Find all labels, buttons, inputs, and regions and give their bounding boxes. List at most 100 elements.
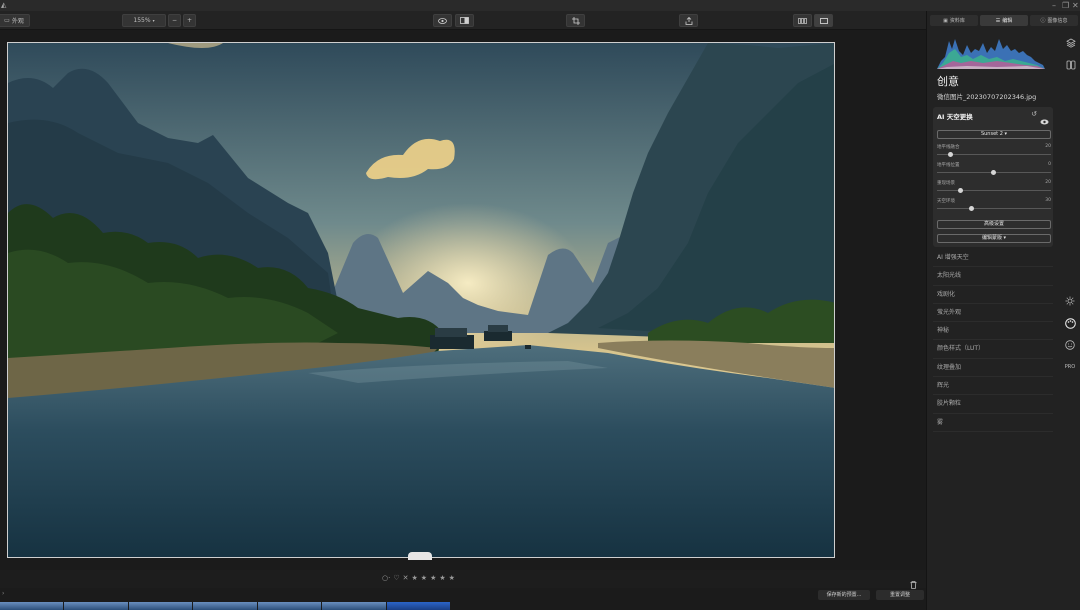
info-icon: ⓘ	[1040, 18, 1046, 24]
compare-panel-icon[interactable]	[1065, 59, 1077, 71]
slider-value: 0	[1048, 162, 1051, 167]
face-icon[interactable]	[1064, 339, 1076, 351]
library-icon: ▣	[943, 17, 948, 24]
slider-relight-scene[interactable]: 重现场景 20	[937, 180, 1051, 196]
filmstrip-thumb[interactable]	[257, 602, 322, 610]
tool-item-dramatic[interactable]: 戏剧化	[933, 286, 1053, 304]
eye-icon[interactable]	[1040, 110, 1049, 129]
histogram	[937, 39, 1045, 69]
filmstrip	[0, 602, 450, 610]
tab-library[interactable]: ▣ 资料库	[930, 15, 978, 26]
rating-star-1[interactable]: ★	[412, 574, 418, 582]
filmstrip-thumb[interactable]	[64, 602, 128, 610]
slider-value: 20	[1045, 144, 1051, 149]
rating-star-2[interactable]: ★	[421, 574, 427, 582]
filmstrip-thumb[interactable]	[0, 602, 64, 610]
slider-track[interactable]	[937, 154, 1051, 155]
filmstrip-thumb[interactable]	[322, 602, 386, 610]
grid-icon	[798, 17, 807, 24]
rating-star-4[interactable]: ★	[439, 574, 445, 582]
slider-label: 重现场景	[937, 181, 955, 186]
save-preset-button[interactable]: 保存新的预置...	[818, 590, 870, 600]
slider-knob[interactable]	[948, 152, 953, 157]
chevron-down-icon: ▾	[1003, 235, 1007, 241]
tool-item-texture-overlay[interactable]: 纹理叠加	[933, 359, 1053, 378]
palette-icon[interactable]	[1064, 317, 1076, 329]
filmstrip-thumb-selected[interactable]	[386, 602, 450, 610]
view-icon: ▭	[4, 17, 10, 24]
heart-icon[interactable]: ♡	[393, 574, 399, 582]
card-icons: ↺	[1031, 110, 1049, 129]
advanced-settings-button[interactable]: 高级设置	[937, 220, 1051, 229]
tab-label: 资料库	[949, 18, 965, 24]
maximize-button[interactable]: ❐	[1062, 0, 1069, 11]
tool-item-ai-sky-enhancer[interactable]: AI 增强天空	[933, 249, 1053, 268]
tab-label: 编辑	[1002, 18, 1013, 24]
compare-icon	[460, 17, 469, 24]
slider-knob[interactable]	[958, 188, 963, 193]
preview-toggle-button[interactable]	[433, 14, 452, 27]
panel-title: 创意	[937, 75, 959, 88]
rating-controls: ○· ♡ ✕ ★ ★ ★ ★ ★	[382, 574, 455, 582]
sun-icon[interactable]	[1064, 295, 1076, 307]
slider-horizon-blend[interactable]: 地平线融合 20	[937, 144, 1051, 160]
filmstrip-thumb[interactable]	[128, 602, 193, 610]
tab-edit[interactable]: ☰ 编辑	[980, 15, 1028, 26]
filmstrip-thumb[interactable]	[193, 602, 257, 610]
rating-star-3[interactable]: ★	[430, 574, 436, 582]
app-logo-icon: ◭	[1, 1, 7, 9]
tool-item-radiance[interactable]: 辉光	[933, 377, 1053, 396]
edit-panel: ▣ 资料库 ☰ 编辑 ⓘ 图像信息 创意 微信图片_20230707202346…	[926, 11, 1080, 610]
panel-collapse-handle[interactable]	[408, 552, 432, 560]
single-view-icon	[819, 17, 828, 24]
zoom-select[interactable]: 155% ▾	[122, 14, 166, 27]
minimize-button[interactable]: –	[1052, 0, 1056, 11]
image-canvas[interactable]	[0, 30, 926, 570]
tool-item-film-grain[interactable]: 胶片颗粒	[933, 395, 1053, 414]
tool-item-sunrays[interactable]: 太阳光线	[933, 267, 1053, 286]
zoom-value: 155%	[133, 17, 151, 24]
slider-label: 地平线融合	[937, 145, 960, 150]
slider-label: 地平线位置	[937, 163, 960, 168]
tool-item-mystical[interactable]: 神秘	[933, 322, 1053, 341]
preset-value: Sunset 2	[980, 131, 1003, 137]
tool-item-color-styles-lut[interactable]: 颜色样式（LUT）	[933, 340, 1053, 359]
reject-icon[interactable]: ✕	[403, 574, 409, 582]
tab-info[interactable]: ⓘ 图像信息	[1030, 15, 1078, 26]
sky-preset-select[interactable]: Sunset 2 ▾	[937, 130, 1051, 139]
pro-badge[interactable]: PRO	[1064, 361, 1076, 373]
share-icon	[685, 16, 692, 25]
chevron-down-icon: ▾	[1004, 131, 1008, 137]
slider-horizon-position[interactable]: 地平线位置 0	[937, 162, 1051, 178]
zoom-in-button[interactable]: +	[183, 14, 196, 27]
color-label-icon[interactable]: ○·	[382, 574, 390, 582]
slider-knob[interactable]	[969, 206, 974, 211]
tool-item-fog[interactable]: 雾	[933, 414, 1053, 432]
zoom-out-button[interactable]: −	[168, 14, 181, 27]
collapse-left-icon[interactable]: ›	[2, 590, 4, 597]
layers-icon[interactable]	[1065, 37, 1077, 49]
share-button[interactable]	[679, 14, 698, 27]
card-title: AI 天空更换	[937, 113, 973, 121]
grid-view-button[interactable]	[793, 14, 812, 27]
reset-adjustments-button[interactable]: 重置调整	[876, 590, 924, 600]
undo-icon[interactable]: ↺	[1031, 110, 1037, 129]
slider-track[interactable]	[937, 190, 1051, 191]
slider-track[interactable]	[937, 208, 1051, 209]
single-view-button[interactable]	[814, 14, 833, 27]
creative-tool-list: AI 增强天空 太阳光线 戏剧化 萤光外观 神秘 颜色样式（LUT） 纹理叠加 …	[933, 249, 1053, 432]
crop-button[interactable]	[566, 14, 585, 27]
close-button[interactable]: ✕	[1072, 0, 1079, 11]
top-toolbar: ▭ 外观 155% ▾ − +	[0, 11, 926, 30]
chevron-down-icon: ▾	[152, 18, 155, 23]
sliders-icon: ☰	[995, 17, 1001, 24]
compare-button[interactable]	[455, 14, 474, 27]
edit-mask-label: 编辑蒙版	[981, 235, 1002, 241]
view-button[interactable]: ▭ 外观	[0, 14, 30, 27]
slider-knob[interactable]	[991, 170, 996, 175]
edit-mask-button[interactable]: 编辑蒙版 ▾	[937, 234, 1051, 243]
slider-sky-global[interactable]: 天空环境 30	[937, 198, 1051, 214]
photo-preview[interactable]	[7, 42, 835, 558]
tool-item-glow[interactable]: 萤光外观	[933, 304, 1053, 323]
rating-star-5[interactable]: ★	[449, 574, 455, 582]
